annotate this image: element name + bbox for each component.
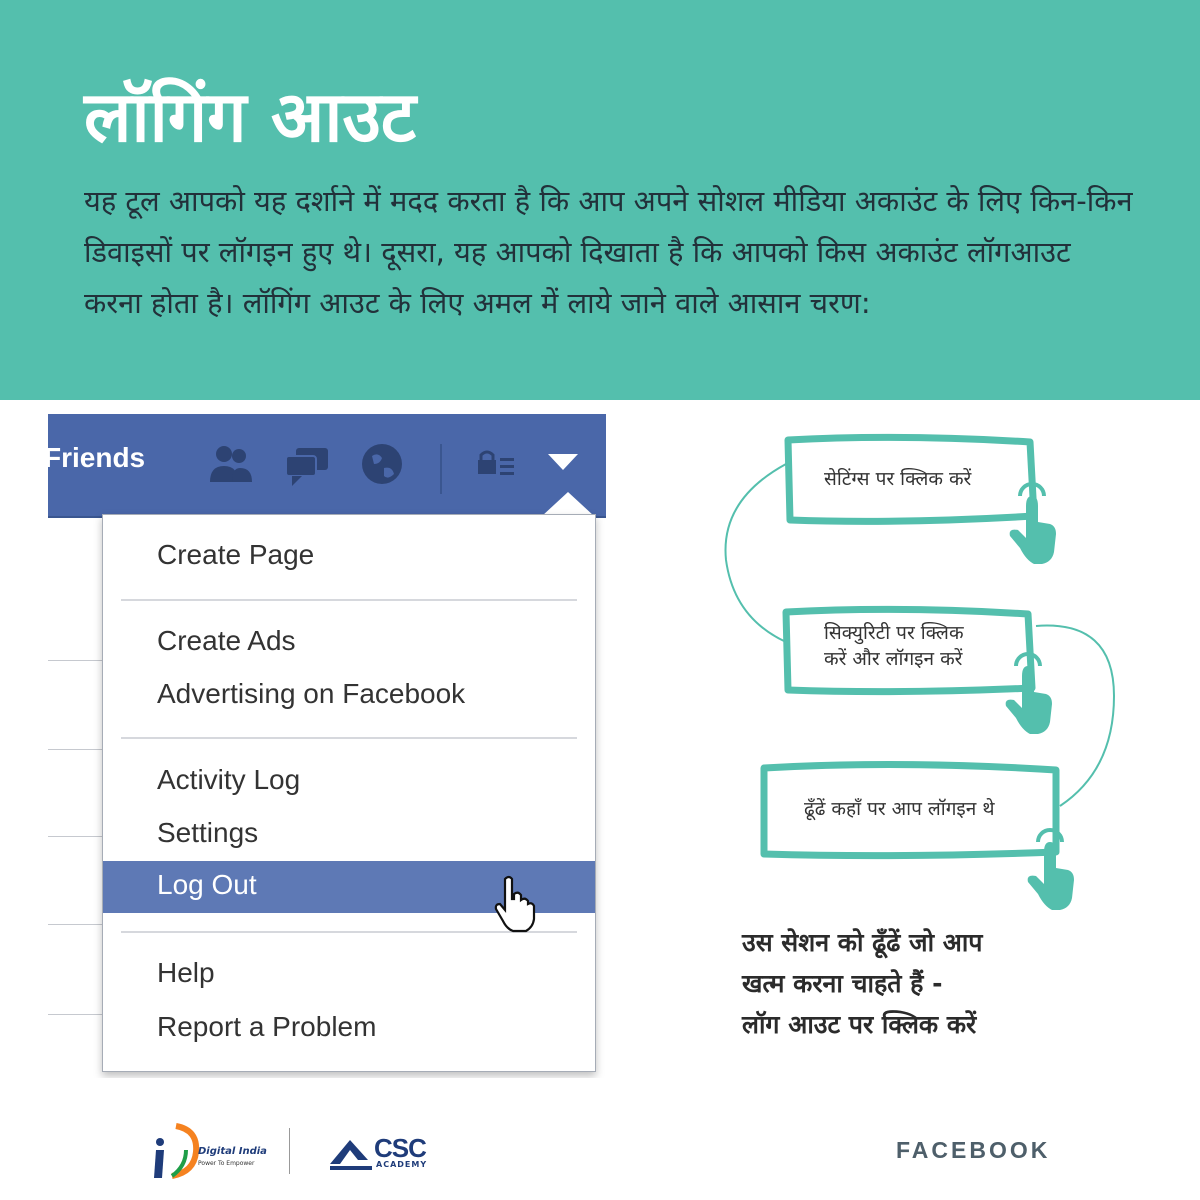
- menu-item-settings[interactable]: Settings: [157, 817, 258, 849]
- step-line: सेटिंग्स पर क्लिक करें: [824, 468, 972, 490]
- globe-icon[interactable]: [354, 438, 410, 490]
- page-title: लॉगिंग आउट: [84, 76, 417, 158]
- intro-paragraph: यह टूल आपको यह दर्शाने में मदद करता है क…: [84, 184, 1133, 320]
- bar-divider: [440, 444, 442, 494]
- step-line: ढूँढें कहाँ पर आप लॉगइन थे: [804, 798, 995, 820]
- background-divider: [48, 836, 102, 837]
- step-line: सिक्युरिटी पर क्लिक: [824, 622, 964, 644]
- steps-flow: सेटिंग्स पर क्लिक करें सिक्युरिटी पर क्ल…: [700, 420, 1160, 940]
- step-line: करें और लॉगइन करें: [824, 648, 963, 670]
- dropdown-caret-icon[interactable]: [548, 454, 578, 470]
- final-step-line: लॉग आउट पर क्लिक करें: [742, 1010, 977, 1039]
- background-divider: [48, 924, 102, 925]
- menu-item-report-problem[interactable]: Report a Problem: [157, 1011, 376, 1043]
- menu-divider: [121, 599, 577, 601]
- background-divider: [48, 1014, 102, 1015]
- hand-cursor-icon: [494, 875, 536, 933]
- digital-india-tagline: Power To Empower: [198, 1160, 255, 1167]
- final-step-line: खत्म करना चाहते हैं -: [742, 969, 943, 998]
- csc-logo-subtext: ACADEMY: [376, 1160, 428, 1169]
- final-step-text: उस सेशन को ढूँढें जो आप खत्म करना चाहते …: [742, 922, 983, 1045]
- step-settings-label: सेटिंग्स पर क्लिक करें: [824, 466, 971, 492]
- menu-item-advertising[interactable]: Advertising on Facebook: [157, 678, 465, 710]
- facebook-brand-label: FACEBOOK: [896, 1137, 1051, 1163]
- digital-india-title: Digital India: [198, 1146, 267, 1157]
- facebook-menu-screenshot: Friends Create Page Create Ads Advertisi…: [48, 414, 606, 1078]
- menu-item-create-page[interactable]: Create Page: [157, 539, 314, 571]
- facebook-top-bar: Friends: [48, 414, 606, 518]
- step-security-label: सिक्युरिटी पर क्लिक करें और लॉगइन करें: [824, 620, 964, 672]
- nav-friends-label[interactable]: Friends: [48, 442, 145, 474]
- final-step-line: उस सेशन को ढूँढें जो आप: [742, 928, 983, 957]
- privacy-shortcuts-icon[interactable]: [468, 438, 524, 490]
- menu-item-help[interactable]: Help: [157, 957, 215, 989]
- header-band: लॉगिंग आउट यह टूल आपको यह दर्शाने में मद…: [0, 0, 1200, 400]
- menu-item-create-ads[interactable]: Create Ads: [157, 625, 296, 657]
- menu-item-log-out[interactable]: Log Out: [157, 869, 257, 901]
- friends-icon[interactable]: [202, 438, 258, 490]
- menu-item-activity-log[interactable]: Activity Log: [157, 764, 300, 796]
- footer-divider: [289, 1128, 290, 1174]
- step-find-login-label: ढूँढें कहाँ पर आप लॉगइन थे: [804, 796, 994, 822]
- menu-pointer: [542, 492, 594, 516]
- background-divider: [48, 660, 102, 661]
- steps-flow-graphic: [724, 433, 1116, 910]
- background-divider: [48, 749, 102, 750]
- messages-icon[interactable]: [280, 438, 336, 490]
- menu-divider: [121, 737, 577, 739]
- account-dropdown-menu: Create Page Create Ads Advertising on Fa…: [102, 514, 596, 1072]
